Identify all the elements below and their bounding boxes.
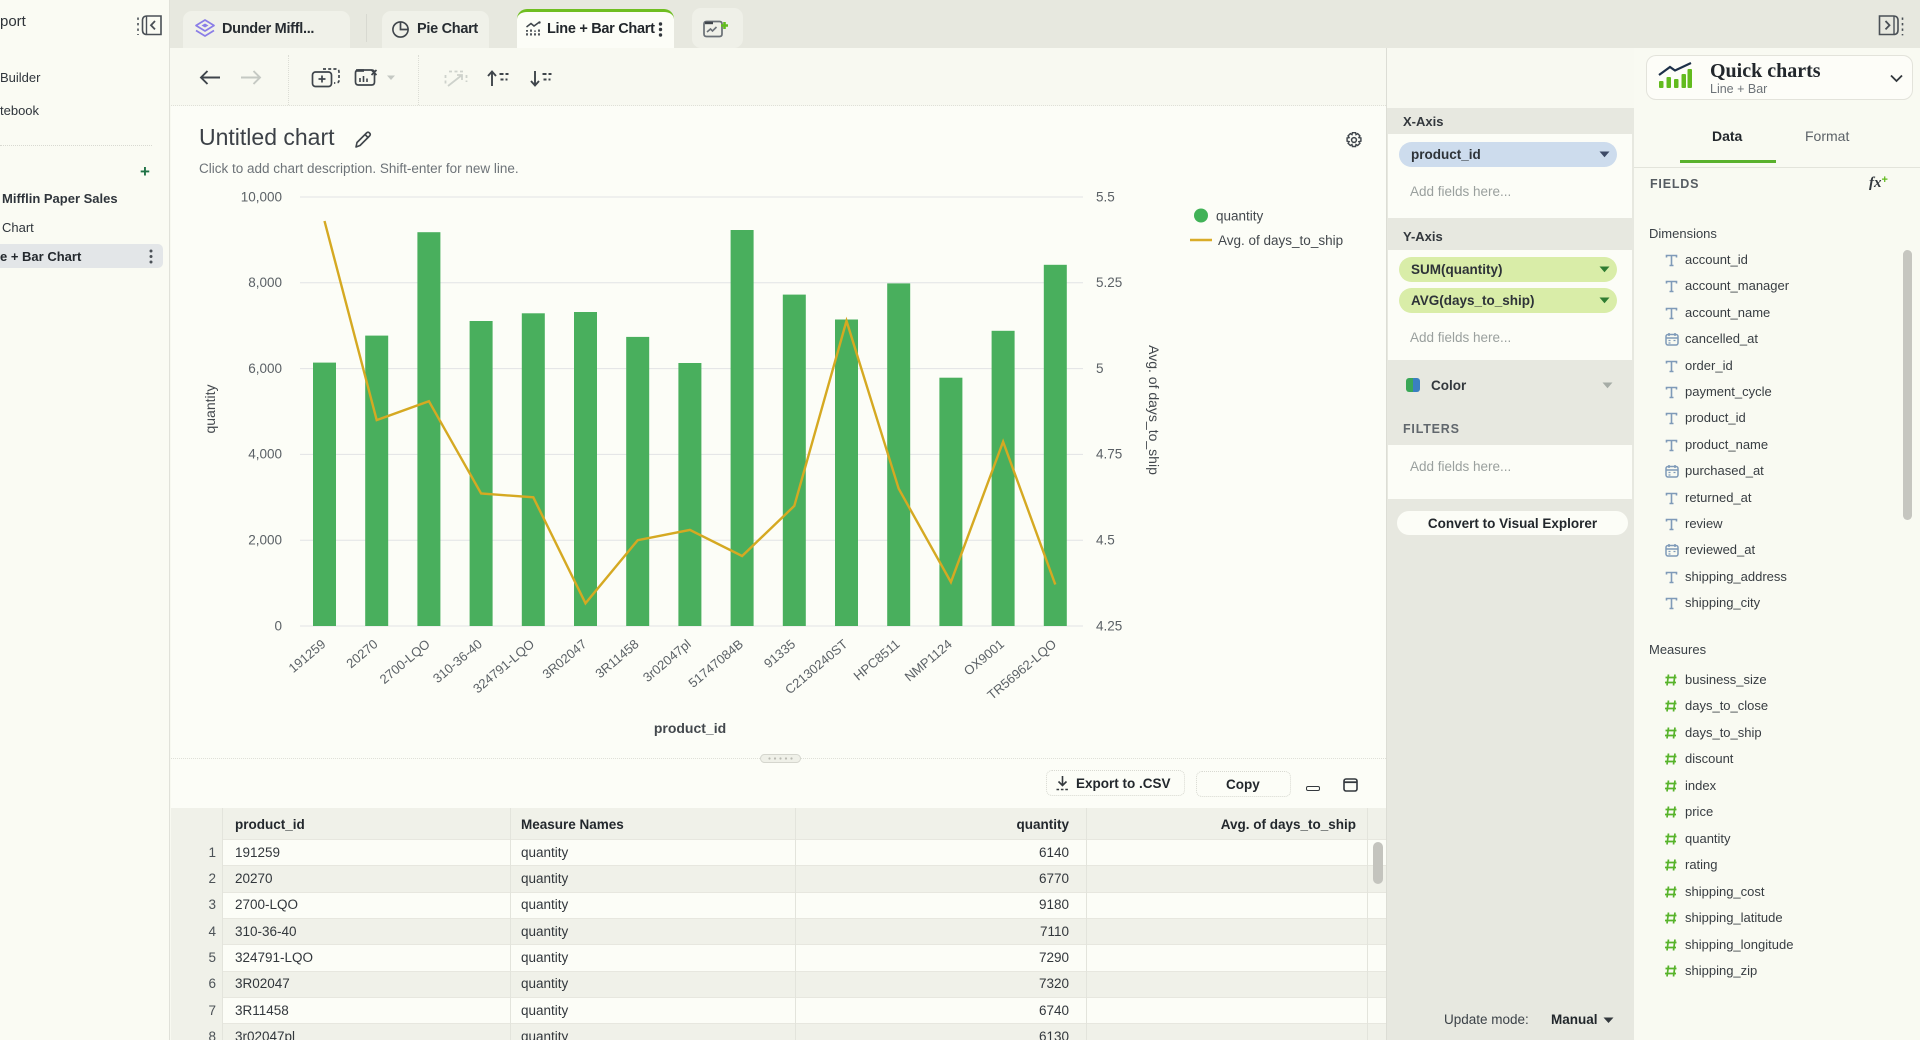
svg-text:3R02047: 3R02047 [539,636,589,681]
svg-text:HPC8511: HPC8511 [851,636,903,683]
svg-text:2700-LQO: 2700-LQO [377,636,433,687]
svg-text:product_id: product_id [654,720,726,736]
svg-text:4.75: 4.75 [1096,447,1122,462]
svg-text:4,000: 4,000 [248,447,282,462]
svg-text:4.25: 4.25 [1096,618,1122,633]
svg-text:Avg. of days_to_ship: Avg. of days_to_ship [1146,345,1162,475]
svg-text:5.25: 5.25 [1096,275,1122,290]
svg-text:91335: 91335 [761,636,798,671]
svg-text:5: 5 [1096,361,1104,376]
svg-text:5.5: 5.5 [1096,189,1115,204]
svg-text:20270: 20270 [343,636,380,671]
svg-text:3R11458: 3R11458 [592,636,641,681]
svg-text:51747084B: 51747084B [685,636,746,690]
svg-text:NMP1124: NMP1124 [902,636,955,684]
svg-text:OX9001: OX9001 [961,636,1007,678]
svg-text:quantity: quantity [202,384,218,433]
svg-text:6,000: 6,000 [248,361,282,376]
svg-text:0: 0 [274,618,282,633]
svg-text:2,000: 2,000 [248,533,282,548]
svg-text:quantity: quantity [1216,209,1264,224]
svg-text:191259: 191259 [286,636,329,675]
svg-text:8,000: 8,000 [248,275,282,290]
svg-text:10,000: 10,000 [241,189,282,204]
svg-text:4.5: 4.5 [1096,533,1115,548]
svg-text:Avg. of days_to_ship: Avg. of days_to_ship [1218,233,1343,248]
